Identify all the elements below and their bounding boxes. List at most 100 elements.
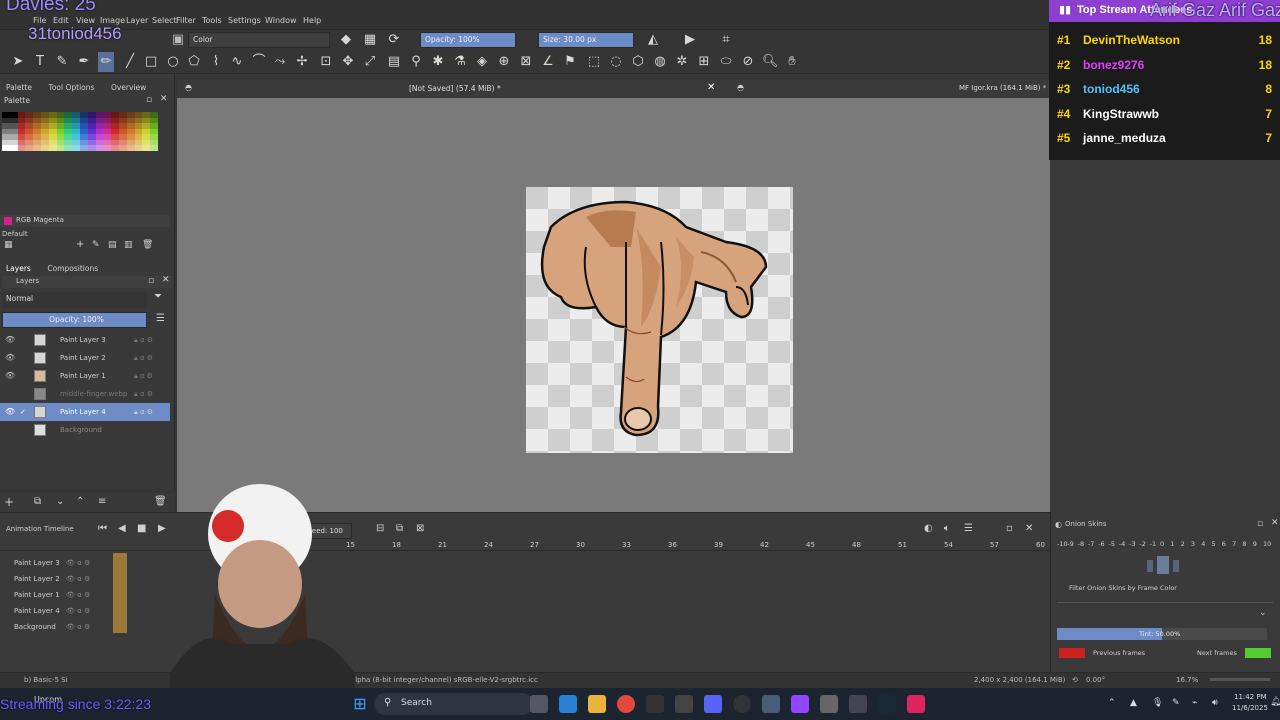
timeline-layer-icons[interactable]: 👁︎ α ⚙ (66, 571, 90, 587)
float-icon[interactable]: ▫ (1257, 519, 1263, 529)
wrap-icon[interactable]: ⌗ (718, 30, 734, 50)
steam-icon[interactable] (878, 695, 896, 713)
layer-lock-icon[interactable]: 🔒︎ α ⚙ (134, 331, 153, 349)
dynamic-brush-icon[interactable]: ⤳ (272, 52, 288, 72)
onion-frame-number[interactable]: -2 (1139, 540, 1145, 548)
frame-number[interactable]: 30 (576, 541, 585, 549)
palette-swatch[interactable] (126, 145, 135, 151)
menu-tools[interactable]: Tools (202, 16, 222, 25)
menu-icon[interactable]: ☰ (156, 313, 165, 324)
timeline-layer-row[interactable]: Paint Layer 3 👁︎ α ⚙ (0, 555, 125, 571)
reference-images-icon[interactable]: ⚑ (562, 52, 578, 72)
move-down-icon[interactable]: ⌄ (56, 496, 64, 507)
onion-frame-number[interactable]: 6 (1222, 540, 1226, 548)
palette-swatch[interactable] (56, 145, 65, 151)
frame-number[interactable]: 51 (898, 541, 907, 549)
palette-swatch[interactable] (25, 145, 34, 151)
drawing-canvas[interactable] (526, 187, 793, 453)
timeline-layer-icons[interactable]: 👁︎ α ⚙ (66, 555, 90, 571)
polygon-select-icon[interactable]: ⬡ (630, 52, 646, 72)
drop-frames-icon[interactable]: ⊟ (376, 523, 384, 534)
onion-frame-number[interactable]: 2 (1181, 540, 1185, 548)
audio-icon[interactable]: 🔈︎ (944, 523, 950, 534)
layer-lock-icon[interactable]: 🔒︎ α ⚙ (134, 349, 153, 367)
edit-icon[interactable]: ✎ (92, 240, 100, 250)
krita-taskbar-icon[interactable] (762, 695, 780, 713)
onion-skin-icon[interactable]: ◐ (924, 523, 933, 534)
layer-row[interactable]: 👁︎ Paint Layer 3 🔒︎ α ⚙ (0, 331, 170, 349)
tab-overview[interactable]: Overview (111, 83, 146, 92)
onion-frame-number[interactable]: 10 (1263, 540, 1271, 548)
close-tab-icon[interactable]: ✕ (707, 82, 715, 93)
tab-layers[interactable]: Layers (6, 264, 31, 273)
layer-opacity-slider[interactable]: Opacity: 100% (2, 312, 147, 328)
properties-icon[interactable]: ≡ (98, 496, 106, 507)
frame-number[interactable]: 24 (484, 541, 493, 549)
float-icon[interactable]: ▫ (1006, 523, 1013, 534)
frame-number[interactable]: 57 (990, 541, 999, 549)
frame-number[interactable]: 48 (852, 541, 861, 549)
palette-swatch[interactable] (2, 145, 10, 151)
palette-swatch[interactable] (95, 145, 104, 151)
onion-frame-number[interactable]: 0 (1160, 540, 1164, 548)
timeline-layer-row[interactable]: Paint Layer 4 👁︎ α ⚙ (0, 603, 125, 619)
task-view-icon[interactable] (530, 695, 548, 713)
timeline-layer-icons[interactable]: 👁︎ α ⚙ (66, 587, 90, 603)
onion-frame-number[interactable]: 9 (1253, 540, 1257, 548)
rect-select-icon[interactable]: ⬚ (586, 52, 602, 72)
layers-close-icon[interactable]: ✕ (162, 275, 170, 285)
mic-icon[interactable]: 🎙︎ (1152, 698, 1163, 708)
timeline-layer-row[interactable]: Background 👁︎ α ⚙ (0, 619, 125, 635)
menu-window[interactable]: Window (265, 16, 297, 25)
app-icon[interactable] (849, 695, 867, 713)
frame-number[interactable]: 21 (438, 541, 447, 549)
network-icon[interactable]: ⌁ (1192, 698, 1197, 708)
layer-row-selected[interactable]: 👁︎ ✓ Paint Layer 4 🔒︎ α ⚙ (0, 403, 170, 421)
second-document-title[interactable]: MF Igor.kra (164.1 MiB) * (959, 84, 1046, 92)
onion-frame-number[interactable]: -6 (1098, 540, 1104, 548)
close-icon[interactable]: ✕ (160, 94, 168, 104)
frame-number[interactable]: 42 (760, 541, 769, 549)
ellipse-tool-icon[interactable]: ○ (165, 52, 181, 72)
palette-swatch[interactable] (134, 145, 143, 151)
prev-frame-icon[interactable]: ◀ (118, 523, 126, 534)
timeline-layer-icons[interactable]: 👁︎ α ⚙ (66, 619, 90, 635)
move-tool-icon[interactable]: ✥ (340, 52, 356, 72)
eye-icon[interactable]: 👁︎ (5, 331, 15, 349)
palette-swatch[interactable] (40, 145, 49, 151)
check-icon[interactable]: ✓ (20, 403, 26, 421)
timeline-layer-icons[interactable]: 👁︎ α ⚙ (66, 603, 90, 619)
palette-swatches[interactable] (2, 112, 158, 151)
palette-selector[interactable]: RGB Magenta (0, 215, 170, 227)
bezier-tool-icon[interactable]: ∿ (229, 52, 245, 72)
app-icon[interactable] (907, 695, 925, 713)
frame-number[interactable]: 27 (530, 541, 539, 549)
perspective-grid-icon[interactable]: ⊠ (518, 52, 534, 72)
pin-icon[interactable]: ⧉ (396, 523, 403, 534)
menu-icon[interactable]: ☰ (964, 523, 973, 534)
pan-tool-icon[interactable]: ✋︎ (784, 52, 800, 72)
layer-row[interactable]: middle-finger.webp 🔒︎ α ⚙ (0, 385, 170, 403)
layer-lock-icon[interactable]: 🔒︎ α ⚙ (134, 403, 153, 421)
zoom-slider[interactable] (1210, 678, 1270, 681)
frame-number[interactable]: 39 (714, 541, 723, 549)
calligraphy-icon[interactable]: ✒ (76, 52, 92, 72)
onion-frame-number[interactable]: -9 (1067, 540, 1073, 548)
file-explorer-icon[interactable] (588, 695, 606, 713)
eye-icon[interactable]: 👁︎ (5, 367, 15, 385)
tab-tool-options[interactable]: Tool Options (49, 83, 95, 92)
onion-bar[interactable] (1147, 560, 1153, 572)
tray-icon[interactable]: ▲ (1130, 698, 1137, 708)
bezier-select-icon[interactable]: ⬭ (718, 52, 734, 72)
clock-time[interactable]: 11:42 PM (1234, 693, 1267, 701)
save-icon[interactable]: ▤ (108, 240, 117, 250)
menu-select[interactable]: Select (152, 16, 177, 25)
frame-number[interactable]: 36 (668, 541, 677, 549)
ellipse-select-icon[interactable]: ◌ (608, 52, 624, 72)
onion-frame-number[interactable]: -7 (1088, 540, 1094, 548)
menu-layer[interactable]: Layer (126, 16, 148, 25)
tray-chevron-icon[interactable]: ⌃ (1108, 698, 1116, 708)
freehand-brush-icon[interactable]: ✏ (98, 52, 114, 72)
close-icon[interactable]: ✕ (1271, 518, 1279, 528)
eye-icon[interactable]: 👁︎ (5, 349, 15, 367)
